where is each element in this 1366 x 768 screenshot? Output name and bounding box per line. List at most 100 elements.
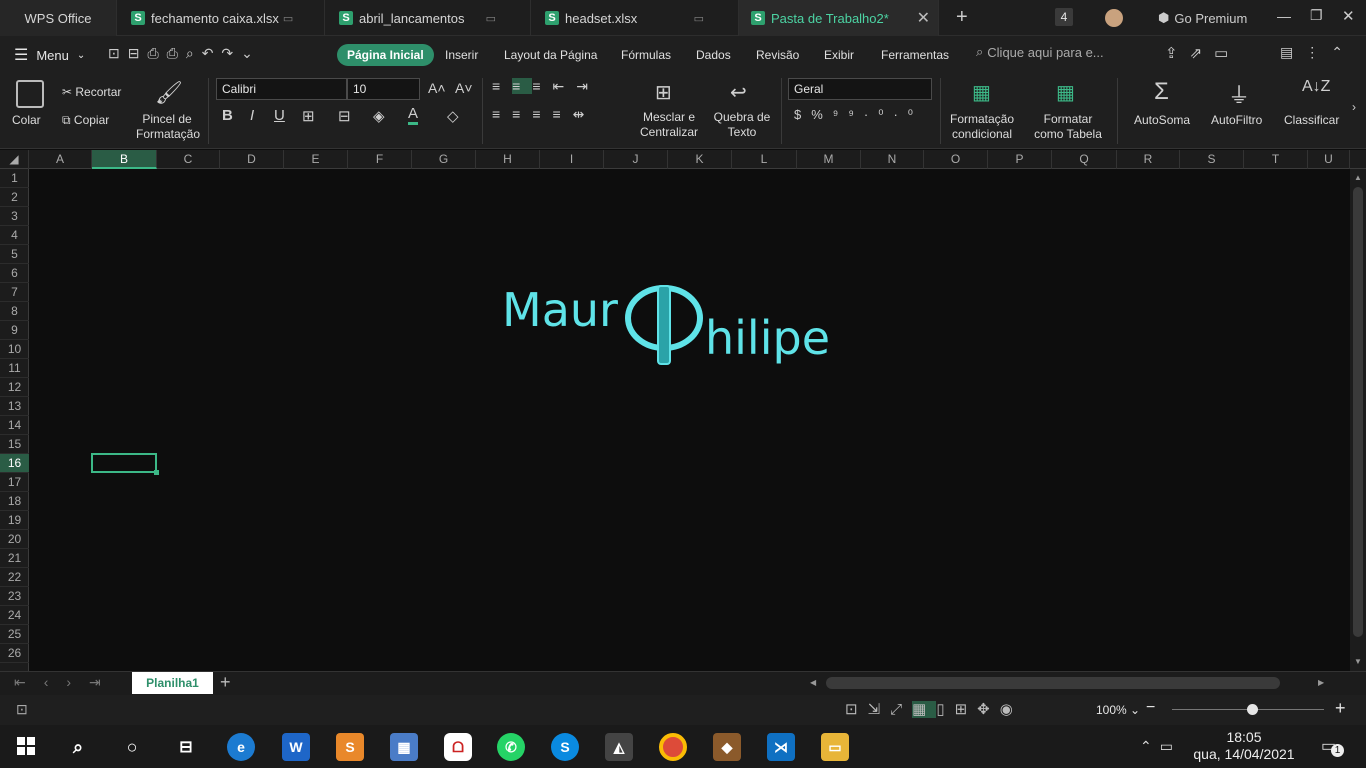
autofilter-button[interactable]: AutoFiltro: [1211, 113, 1262, 128]
clock[interactable]: 18:05 qua, 14/04/2021: [1188, 729, 1300, 763]
row-header-3[interactable]: 3: [0, 207, 29, 226]
minimize-icon[interactable]: —: [1277, 8, 1291, 24]
column-header-s[interactable]: S: [1180, 150, 1244, 169]
wrap-text-icon[interactable]: ↩: [730, 80, 747, 105]
column-header-j[interactable]: J: [604, 150, 668, 169]
conditional-formatting-button[interactable]: Formatação condicional: [946, 112, 1018, 142]
row-header-4[interactable]: 4: [0, 226, 29, 245]
cortana-icon[interactable]: ○: [118, 733, 146, 761]
select-all-corner[interactable]: ◢: [0, 150, 29, 169]
sublime-text-icon[interactable]: S: [336, 733, 364, 761]
vertical-scroll-thumb[interactable]: [1353, 187, 1363, 637]
borders-icon[interactable]: ⊞: [302, 107, 315, 125]
row-header-21[interactable]: 21: [0, 549, 29, 568]
zoom-level[interactable]: 100% ⌄: [1096, 703, 1140, 717]
view-icons[interactable]: ⊡⇲⤢▦▯⊞✥◉: [845, 700, 1023, 718]
tab-abril-lancamentos[interactable]: Sabril_lancamentos ▭: [325, 0, 531, 36]
row-header-10[interactable]: 10: [0, 340, 29, 359]
shrink-font-icon[interactable]: A˅: [455, 80, 473, 96]
row-header-23[interactable]: 23: [0, 587, 29, 606]
selected-cell-b16[interactable]: [91, 453, 159, 475]
font-color-icon[interactable]: A: [408, 105, 419, 125]
macro-icon[interactable]: ⊡: [16, 701, 28, 718]
column-header-k[interactable]: K: [668, 150, 732, 169]
restore-icon[interactable]: ❐: [1310, 7, 1323, 24]
font-size-select[interactable]: 10: [347, 78, 420, 100]
add-sheet-icon[interactable]: +: [220, 672, 231, 693]
tab-exibir[interactable]: Exibir: [824, 44, 854, 66]
fill-color-icon[interactable]: ◈: [373, 107, 385, 125]
font-family-select[interactable]: Calibri: [216, 78, 347, 100]
column-header-u[interactable]: U: [1308, 150, 1350, 169]
search-box[interactable]: ⌕ Clique aqui para e...: [976, 44, 1104, 60]
alignment-top-row[interactable]: ≡≡≡⇤⇥: [492, 78, 622, 95]
new-tab-icon[interactable]: +: [956, 6, 968, 29]
sigma-icon[interactable]: Σ: [1154, 78, 1169, 106]
number-format-icons[interactable]: $%⁹⁹·⁰·⁰: [794, 107, 934, 123]
column-header-n[interactable]: N: [861, 150, 924, 169]
windows-start-icon[interactable]: [17, 737, 35, 755]
underline-icon[interactable]: U: [274, 107, 285, 124]
cut-button[interactable]: ✂ Recortar: [62, 85, 121, 100]
vertical-scrollbar[interactable]: ▲ ▼: [1350, 169, 1366, 671]
quick-access-toolbar[interactable]: ⊡⊟⎙⎙⌕↶↷⌄: [108, 45, 261, 62]
bold-icon[interactable]: B: [222, 107, 233, 124]
row-header-12[interactable]: 12: [0, 378, 29, 397]
grow-font-icon[interactable]: A˄: [428, 80, 446, 96]
column-header-m[interactable]: M: [797, 150, 861, 169]
row-header-24[interactable]: 24: [0, 606, 29, 625]
wps-office-icon[interactable]: W: [282, 733, 310, 761]
tab-dados[interactable]: Dados: [696, 44, 731, 66]
format-as-table-icon[interactable]: ▦: [1056, 80, 1075, 105]
column-header-e[interactable]: E: [284, 150, 348, 169]
merge-center-button[interactable]: Mesclar e Centralizar: [636, 110, 702, 140]
close-tab-icon[interactable]: ✕: [917, 8, 930, 28]
column-header-a[interactable]: A: [29, 150, 92, 169]
row-header-13[interactable]: 13: [0, 397, 29, 416]
merge-icon[interactable]: ⊞: [655, 80, 672, 105]
git-kraken-icon[interactable]: ◆: [713, 733, 741, 761]
row-header-16[interactable]: 16: [0, 454, 29, 473]
row-header-26[interactable]: 26: [0, 644, 29, 663]
tab-count-badge[interactable]: 4: [1055, 8, 1073, 26]
filter-icon[interactable]: ⏚: [1228, 78, 1250, 110]
row-header-1[interactable]: 1: [0, 169, 29, 188]
column-header-p[interactable]: P: [988, 150, 1052, 169]
row-header-19[interactable]: 19: [0, 511, 29, 530]
tab-inserir[interactable]: Inserir: [445, 44, 478, 66]
conditional-formatting-icon[interactable]: ▦: [972, 80, 991, 105]
scroll-left-icon[interactable]: ◀: [810, 678, 816, 687]
sheet-grid[interactable]: [29, 169, 1350, 671]
scroll-right-icon[interactable]: ▶: [1318, 678, 1324, 687]
format-painter-icon[interactable]: 🖌: [155, 80, 183, 106]
avatar[interactable]: [1105, 9, 1123, 27]
row-header-9[interactable]: 9: [0, 321, 29, 340]
alignment-bottom-row[interactable]: ≡≡≡≡⇹: [492, 106, 622, 123]
row-header-25[interactable]: 25: [0, 625, 29, 644]
column-header-l[interactable]: L: [732, 150, 797, 169]
row-header-11[interactable]: 11: [0, 359, 29, 378]
row-header-18[interactable]: 18: [0, 492, 29, 511]
search-icon[interactable]: ⌕: [64, 733, 92, 761]
scroll-down-icon[interactable]: ▼: [1354, 657, 1362, 666]
sheet-navigation[interactable]: ⇤‹›⇥: [14, 674, 119, 691]
sort-button[interactable]: Classificar: [1284, 113, 1339, 128]
inkscape-icon[interactable]: ◭: [605, 733, 633, 761]
chrome-icon[interactable]: [659, 733, 687, 761]
column-header-q[interactable]: Q: [1052, 150, 1117, 169]
column-header-i[interactable]: I: [540, 150, 604, 169]
column-header-b[interactable]: B: [92, 150, 157, 169]
vscode-icon[interactable]: ⋊: [767, 733, 795, 761]
scroll-up-icon[interactable]: ▲: [1354, 173, 1362, 182]
row-header-6[interactable]: 6: [0, 264, 29, 283]
row-header-8[interactable]: 8: [0, 302, 29, 321]
edge-icon[interactable]: e: [227, 733, 255, 761]
tab-wps-office[interactable]: WPS Office: [0, 0, 117, 36]
column-header-f[interactable]: F: [348, 150, 412, 169]
paste-icon[interactable]: [16, 80, 44, 108]
column-header-g[interactable]: G: [412, 150, 476, 169]
tab-pasta-de-trabalho2[interactable]: S Pasta de Trabalho2* ✕: [739, 0, 939, 36]
task-view-icon[interactable]: ⊟: [172, 733, 200, 761]
horizontal-scroll-thumb[interactable]: [826, 677, 1280, 689]
tab-revisao[interactable]: Revisão: [756, 44, 799, 66]
